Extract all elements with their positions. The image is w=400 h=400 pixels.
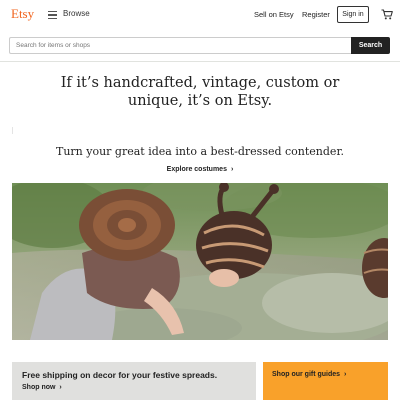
chevron-right-icon: › bbox=[343, 371, 347, 378]
free-shipping-promo[interactable]: Free shipping on decor for your festive … bbox=[12, 362, 256, 400]
chevron-right-icon: › bbox=[59, 384, 62, 391]
free-shipping-title: Free shipping on decor for your festive … bbox=[22, 370, 218, 380]
hero-title-line-1: If it’s handcrafted, vintage, custom or bbox=[60, 75, 340, 91]
cart-icon[interactable] bbox=[381, 9, 393, 20]
menu-icon[interactable] bbox=[48, 11, 57, 19]
browse-link[interactable]: Browse bbox=[63, 9, 90, 18]
gift-guides-link[interactable]: Shop our gift guides › bbox=[272, 371, 346, 378]
divider bbox=[12, 127, 13, 134]
search-bar: Search bbox=[0, 30, 400, 62]
etsy-logo[interactable]: Etsy bbox=[11, 6, 34, 22]
shop-now-link[interactable]: Shop now › bbox=[22, 384, 62, 391]
hero-title: If it’s handcrafted, vintage, custom or … bbox=[40, 74, 360, 110]
hero-title-line-2: unique, it’s on Etsy. bbox=[127, 93, 273, 109]
register-link[interactable]: Register bbox=[302, 10, 330, 19]
explore-costumes-link[interactable]: Explore costumes › bbox=[0, 166, 400, 173]
top-bar: Etsy Browse Sell on Etsy Register Sign i… bbox=[0, 0, 400, 30]
chevron-right-icon: › bbox=[230, 166, 234, 173]
search-input[interactable] bbox=[9, 37, 351, 54]
search-button[interactable]: Search bbox=[351, 37, 390, 54]
shop-now-label: Shop now bbox=[22, 384, 56, 391]
sell-on-etsy-link[interactable]: Sell on Etsy bbox=[254, 10, 294, 19]
hero-image[interactable] bbox=[12, 183, 388, 340]
hero-tagline: Turn your great idea into a best-dressed… bbox=[55, 145, 344, 158]
explore-costumes-label: Explore costumes bbox=[166, 166, 227, 173]
gift-guides-promo[interactable]: Shop our gift guides › bbox=[263, 362, 388, 400]
gift-guides-label: Shop our gift guides bbox=[272, 371, 341, 378]
sign-in-button[interactable]: Sign in bbox=[337, 6, 369, 23]
